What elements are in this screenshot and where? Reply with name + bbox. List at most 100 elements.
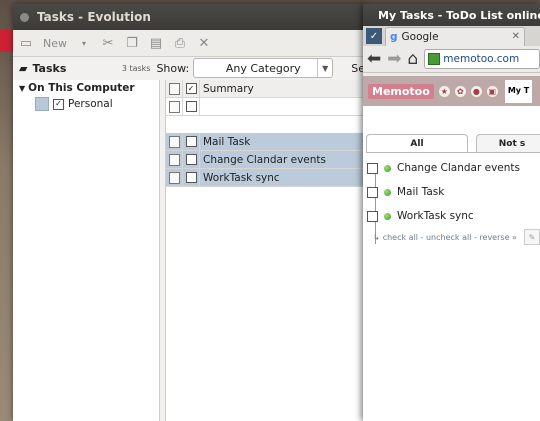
tasks-count: 3 tasks [121, 63, 151, 73]
app-tab-icon[interactable]: ✓ [366, 28, 382, 44]
print-icon[interactable]: ⎙ [173, 36, 187, 51]
home-icon[interactable]: ⌂ [408, 49, 419, 69]
type-column-header[interactable] [166, 80, 183, 97]
list-item[interactable]: WorkTask sync [367, 204, 520, 228]
todo-label: Change Clandar events [397, 162, 521, 174]
status-dot-icon [384, 188, 391, 196]
tab-bar: ✓ g Google ✕ [363, 26, 540, 46]
google-favicon-icon: g [390, 30, 398, 43]
task-list-sidebar: ▼ On This Computer ✓ Personal [13, 80, 160, 421]
delete-icon[interactable]: ✕ [197, 36, 211, 51]
todo-list: Change Clandar events Mail Task WorkTask… [367, 156, 520, 244]
task-icon [168, 153, 180, 166]
task-checkbox[interactable] [185, 101, 197, 112]
browser-title: My Tasks - ToDo List online - [378, 8, 540, 22]
url-bar[interactable]: memotoo.com [424, 49, 540, 69]
todo-filter-tabs: All Not s [366, 134, 540, 153]
chat-icon[interactable]: ● [470, 85, 482, 97]
task-checkbox[interactable] [185, 136, 197, 147]
table-spacer [166, 116, 365, 133]
todo-checkbox[interactable] [367, 162, 378, 174]
tree-arrow-icon: ↳ [373, 232, 380, 242]
source-group-label: On This Computer [28, 82, 135, 94]
todo-label: WorkTask sync [397, 210, 474, 222]
task-icon [168, 82, 180, 95]
memotoo-logo[interactable]: Memotoo [368, 83, 434, 99]
new-task-row[interactable] [166, 98, 365, 116]
complete-header-checkbox: ✓ [185, 83, 197, 94]
expander-icon[interactable]: ▼ [19, 84, 25, 93]
sidebar-item-personal[interactable]: ✓ Personal [35, 96, 159, 112]
navigation-bar: ⬅ ➡ ⌂ memotoo.com [363, 46, 540, 73]
task-summary: Change Clandar events [203, 153, 327, 166]
photo-icon[interactable]: ▣ [486, 85, 498, 97]
network-icon[interactable]: ✿ [454, 85, 466, 97]
task-summary: WorkTask sync [203, 171, 280, 184]
new-button[interactable]: New [43, 37, 67, 50]
table-row[interactable]: WorkTask sync [166, 169, 365, 187]
todo-label: Mail Task [397, 186, 445, 198]
chevron-down-icon[interactable]: ▼ [317, 59, 332, 77]
task-icon [168, 100, 180, 113]
category-select-value: Any Category [225, 61, 301, 75]
tab-all[interactable]: All [366, 134, 468, 152]
site-security-icon [428, 53, 441, 65]
summary-column-header[interactable]: Summary [200, 83, 254, 95]
tasks-header: ▰ Tasks 3 tasks [13, 62, 156, 75]
star-icon[interactable]: ★ [438, 85, 450, 97]
copy-icon[interactable]: ❐ [125, 36, 139, 51]
tab-not-started[interactable]: Not s [476, 134, 540, 152]
url-text: memotoo.com [443, 53, 520, 65]
browser-window: My Tasks - ToDo List online - ✓ g Google… [363, 4, 540, 421]
memotoo-header: Memotoo ★ ✿ ● ▣ My T [363, 76, 540, 106]
tasks-folder-icon: ▰ [19, 61, 28, 75]
sidebar-item-label: Personal [68, 98, 113, 110]
paste-icon[interactable]: ▤ [149, 36, 163, 51]
evolution-titlebar[interactable]: Tasks - Evolution [13, 4, 365, 30]
web-page: Memotoo ★ ✿ ● ▣ My T All Not s Change Cl… [363, 76, 540, 421]
dropdown-arrow-icon[interactable]: ▾ [77, 36, 91, 50]
source-group[interactable]: ▼ On This Computer [13, 80, 159, 96]
table-row[interactable]: Change Clandar events [166, 151, 365, 169]
list-item[interactable]: Mail Task [367, 180, 520, 204]
tab-all-label: All [410, 138, 424, 149]
bulk-actions-links[interactable]: check all - uncheck all - reverse » [383, 233, 517, 242]
header-row: ▰ Tasks 3 tasks Show: Any Category ▼ Se [13, 56, 365, 80]
show-label: Show: [156, 61, 190, 75]
color-swatch [35, 97, 49, 111]
status-dot-icon [384, 164, 391, 172]
my-tasks-tab[interactable]: My T [504, 79, 533, 103]
list-item[interactable]: Change Clandar events [367, 156, 520, 180]
tab-label: Google [401, 30, 439, 43]
browser-titlebar[interactable]: My Tasks - ToDo List online - [363, 4, 540, 26]
tab-close-icon[interactable]: ✕ [512, 31, 520, 42]
tools-icon[interactable]: ✎ [523, 229, 540, 245]
show-filter: Show: Any Category ▼ Se [156, 58, 365, 78]
task-icon [168, 171, 180, 184]
task-table: ✓ Summary Mail Task Change Clandar event… [165, 80, 365, 421]
evolution-window: Tasks - Evolution ▭ New ▾ ✂ ❐ ▤ ⎙ ✕ ▰ Ta… [13, 4, 365, 421]
personal-checkbox[interactable]: ✓ [53, 98, 64, 110]
task-summary: Mail Task [203, 135, 251, 148]
complete-column-header[interactable]: ✓ [183, 80, 200, 97]
forward-arrow-icon[interactable]: ➡ [387, 49, 401, 69]
table-header: ✓ Summary [166, 80, 365, 98]
back-arrow-icon[interactable]: ⬅ [367, 49, 381, 69]
task-checkbox[interactable] [185, 172, 197, 183]
new-task-icon[interactable]: ▭ [19, 36, 33, 51]
tab-google[interactable]: g Google ✕ [385, 26, 525, 46]
tab-not-started-label: Not s [498, 138, 526, 149]
window-close-icon[interactable] [20, 12, 29, 22]
tasks-title: Tasks [32, 61, 67, 75]
task-checkbox[interactable] [185, 154, 197, 165]
task-icon [168, 135, 180, 148]
cut-icon[interactable]: ✂ [101, 36, 115, 51]
evolution-toolbar: ▭ New ▾ ✂ ❐ ▤ ⎙ ✕ [13, 30, 365, 57]
todo-checkbox[interactable] [367, 186, 378, 198]
status-dot-icon [384, 212, 391, 220]
category-select[interactable]: Any Category ▼ [193, 58, 334, 78]
todo-checkbox[interactable] [367, 210, 378, 222]
table-row[interactable]: Mail Task [166, 133, 365, 151]
bulk-actions: ↳ check all - uncheck all - reverse » ✎ [373, 229, 540, 245]
window-title: Tasks - Evolution [37, 10, 151, 24]
